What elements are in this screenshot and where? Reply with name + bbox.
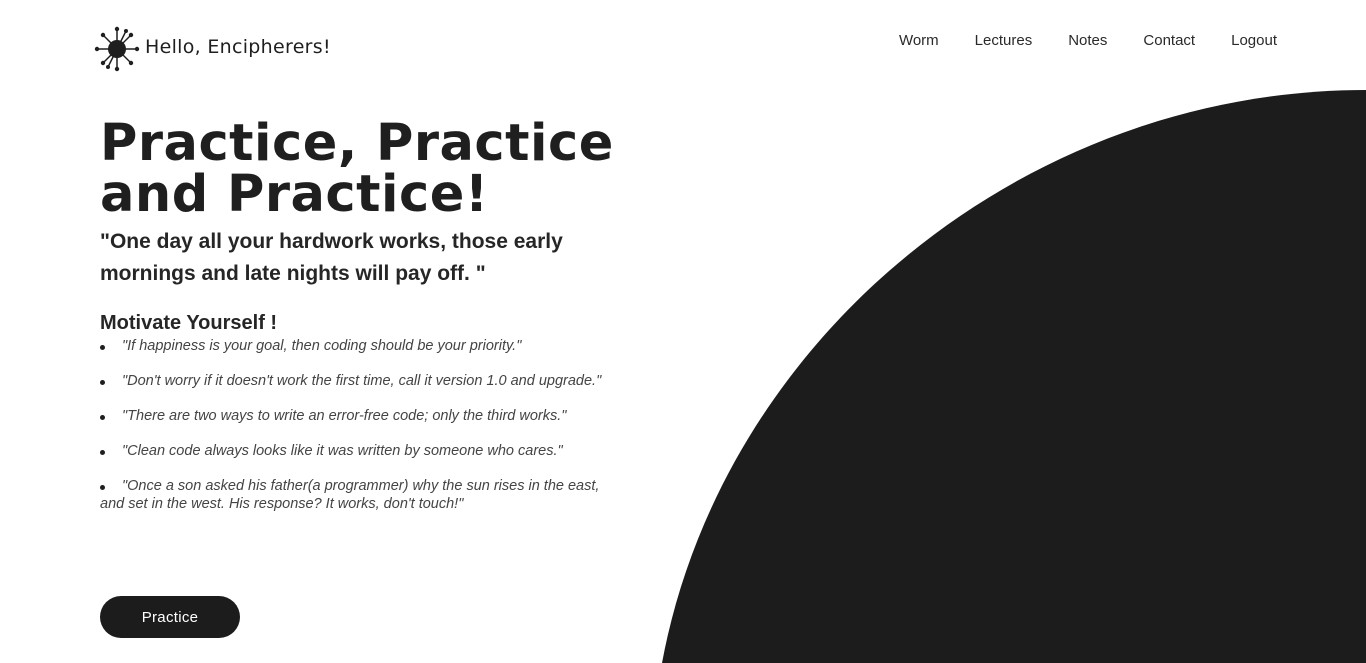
page: Hello, Encipherers! Worm Lectures Notes …: [0, 0, 1366, 663]
site-header: Hello, Encipherers! Worm Lectures Notes …: [0, 0, 1366, 90]
nav-link-notes[interactable]: Notes: [1032, 32, 1107, 49]
brand-name[interactable]: Hello, Encipherers!: [145, 36, 331, 58]
practice-button[interactable]: Practice: [100, 596, 240, 638]
virus-icon[interactable]: [94, 26, 140, 72]
list-item: "There are two ways to write an error-fr…: [100, 407, 610, 425]
title-line-2: and Practice!: [100, 165, 489, 224]
nav-link-logout[interactable]: Logout: [1195, 32, 1277, 49]
hero-section: Practice, Practice and Practice! "One da…: [100, 118, 620, 530]
list-item: "Clean code always looks like it was wri…: [100, 442, 610, 460]
decorative-dark-shape: [662, 90, 1366, 663]
nav-link-lectures[interactable]: Lectures: [939, 32, 1033, 49]
nav-link-worm[interactable]: Worm: [899, 32, 939, 49]
list-item: "Don't worry if it doesn't work the firs…: [100, 372, 610, 390]
motivation-heading: Motivate Yourself !: [100, 312, 278, 334]
featured-quote: "One day all your hardwork works, those …: [100, 230, 563, 285]
list-item: "Once a son asked his father(a programme…: [100, 477, 610, 513]
main-nav: Worm Lectures Notes Contact Logout: [899, 32, 1277, 49]
quote-list: "If happiness is your goal, then coding …: [100, 337, 610, 513]
page-title: Practice, Practice and Practice!: [100, 118, 620, 220]
list-item: "If happiness is your goal, then coding …: [100, 337, 610, 355]
nav-link-contact[interactable]: Contact: [1107, 32, 1195, 49]
